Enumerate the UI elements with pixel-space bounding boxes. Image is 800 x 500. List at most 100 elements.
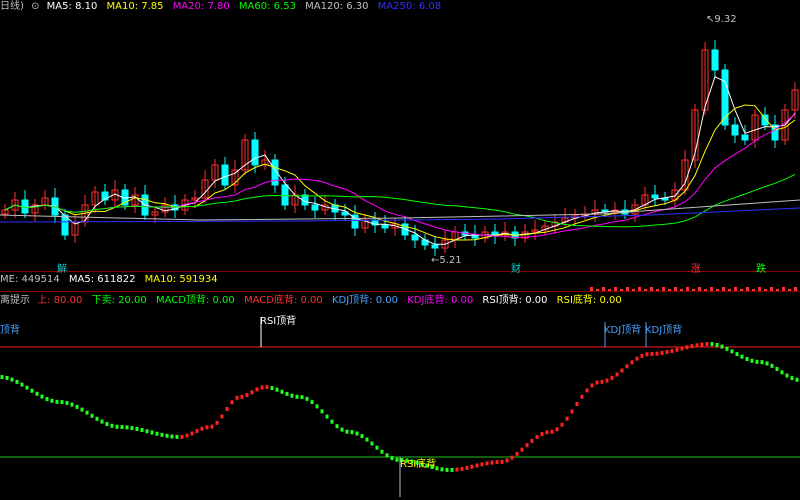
candle-body [381, 224, 389, 229]
oscillator-dot [145, 429, 149, 434]
ma120-line [0, 199, 800, 221]
oscillator-dot [505, 458, 509, 463]
volume-bar [698, 287, 701, 291]
oscillator-dot [280, 389, 284, 394]
signal-kdj-top-1: KDJ顶背 [604, 325, 642, 336]
oscillator-dot [105, 421, 109, 426]
oscillator-dot [745, 356, 749, 361]
candle-body [311, 204, 319, 211]
event-marker-rise[interactable]: 涨 [691, 260, 701, 275]
oscillator-dot [665, 350, 669, 355]
oscillator-dot [670, 348, 674, 353]
oscillator-dot [480, 462, 484, 467]
oscillator-dot [40, 394, 44, 399]
oscillator-dot [95, 416, 99, 421]
indicator-item-kdj-bottom: KDJ底背: 0.00 [407, 295, 474, 306]
oscillator-dot [450, 467, 454, 472]
oscillator-dot [605, 378, 609, 383]
oscillator-dot [455, 467, 459, 472]
candle-body [281, 184, 289, 206]
oscillator-dot [115, 424, 119, 429]
volume-ma10: MA10: 591934 [144, 274, 218, 285]
volume-bar [740, 289, 743, 291]
volume-bar [752, 289, 755, 291]
oscillator-dot [510, 455, 514, 460]
oscillator-dot [785, 373, 789, 378]
oscillator-dot [590, 383, 594, 388]
oscillator-dot [150, 430, 154, 435]
oscillator-dot [615, 372, 619, 377]
volume-value: ME: 449514 [0, 274, 60, 285]
oscillator-dot [205, 425, 209, 430]
oscillator-dot [495, 460, 499, 465]
event-marker-fall[interactable]: 跌 [756, 260, 766, 275]
volume-bar [764, 289, 767, 291]
oscillator-dot [210, 424, 214, 429]
volume-bar [770, 287, 773, 291]
oscillator-dot [790, 376, 794, 381]
oscillator-dot [335, 424, 339, 429]
oscillator-dot [500, 459, 504, 464]
indicator-item-kdj-top: KDJ顶背: 0.00 [331, 295, 398, 306]
oscillator-dot [375, 445, 379, 450]
oscillator-dot [315, 404, 319, 409]
indicator-item-macd-top: MACD顶背: 0.00 [155, 295, 235, 306]
oscillator-dot [690, 344, 694, 349]
candlestick-chart[interactable] [0, 0, 800, 272]
oscillator-dot [635, 356, 639, 361]
oscillator-dot [685, 345, 689, 350]
oscillator-dot [55, 399, 59, 404]
oscillator-dot [240, 394, 244, 399]
oscillator-dot [675, 347, 679, 352]
oscillator-dot [5, 375, 9, 380]
volume-bar [650, 287, 653, 291]
signal-kdj-top-2: KDJ顶背 [645, 325, 683, 336]
ma60-legend: MA60: 6.53 [238, 1, 296, 12]
ma250-line [0, 207, 800, 223]
indicator-item-lower: 下卖: 20.00 [91, 295, 147, 306]
volume-bar [788, 289, 791, 291]
signal-rsi-top: RSI顶背 [260, 316, 297, 327]
chevron-down-icon[interactable]: ⊙ [31, 1, 39, 12]
oscillator-dot [710, 342, 714, 347]
oscillator-dot [245, 393, 249, 398]
oscillator-dot [650, 351, 654, 356]
volume-bar [710, 287, 713, 291]
low-price-label: ←5.21 [431, 255, 462, 266]
oscillator-dot [610, 375, 614, 380]
volume-bar [692, 289, 695, 291]
oscillator-dot [715, 342, 719, 347]
high-price-label: ↖9.32 [706, 14, 737, 25]
oscillator-dot [350, 430, 354, 435]
oscillator-dot [470, 464, 474, 469]
oscillator-dot [160, 432, 164, 437]
oscillator-dot [720, 344, 724, 349]
volume-bar [626, 287, 629, 291]
oscillator-dot [305, 396, 309, 401]
oscillator-dot [110, 423, 114, 428]
volume-bar [746, 287, 749, 291]
oscillator-dot [385, 453, 389, 458]
oscillator-dot [755, 359, 759, 364]
oscillator-dot [325, 414, 329, 419]
oscillator-dot [700, 342, 704, 347]
candle-body [741, 134, 749, 141]
oscillator-dot [100, 419, 104, 424]
oscillator-dot [190, 431, 194, 436]
oscillator-dot [330, 419, 334, 424]
signal-rsi-bottom: RSI底背 [400, 459, 437, 470]
volume-bar [704, 289, 707, 291]
ma5-line [4, 75, 796, 245]
event-marker-finance[interactable]: 财 [511, 260, 521, 275]
candle-body [711, 49, 719, 71]
volume-bar [656, 289, 659, 291]
oscillator-dot [625, 364, 629, 369]
oscillator-dot [570, 409, 574, 414]
oscillator-dot [300, 395, 304, 400]
oscillator-dot [585, 388, 589, 393]
oscillator-dot [275, 387, 279, 392]
oscillator-dot [180, 434, 184, 439]
oscillator-dot [655, 351, 659, 356]
oscillator-dot [735, 352, 739, 357]
oscillator-dot [765, 361, 769, 366]
